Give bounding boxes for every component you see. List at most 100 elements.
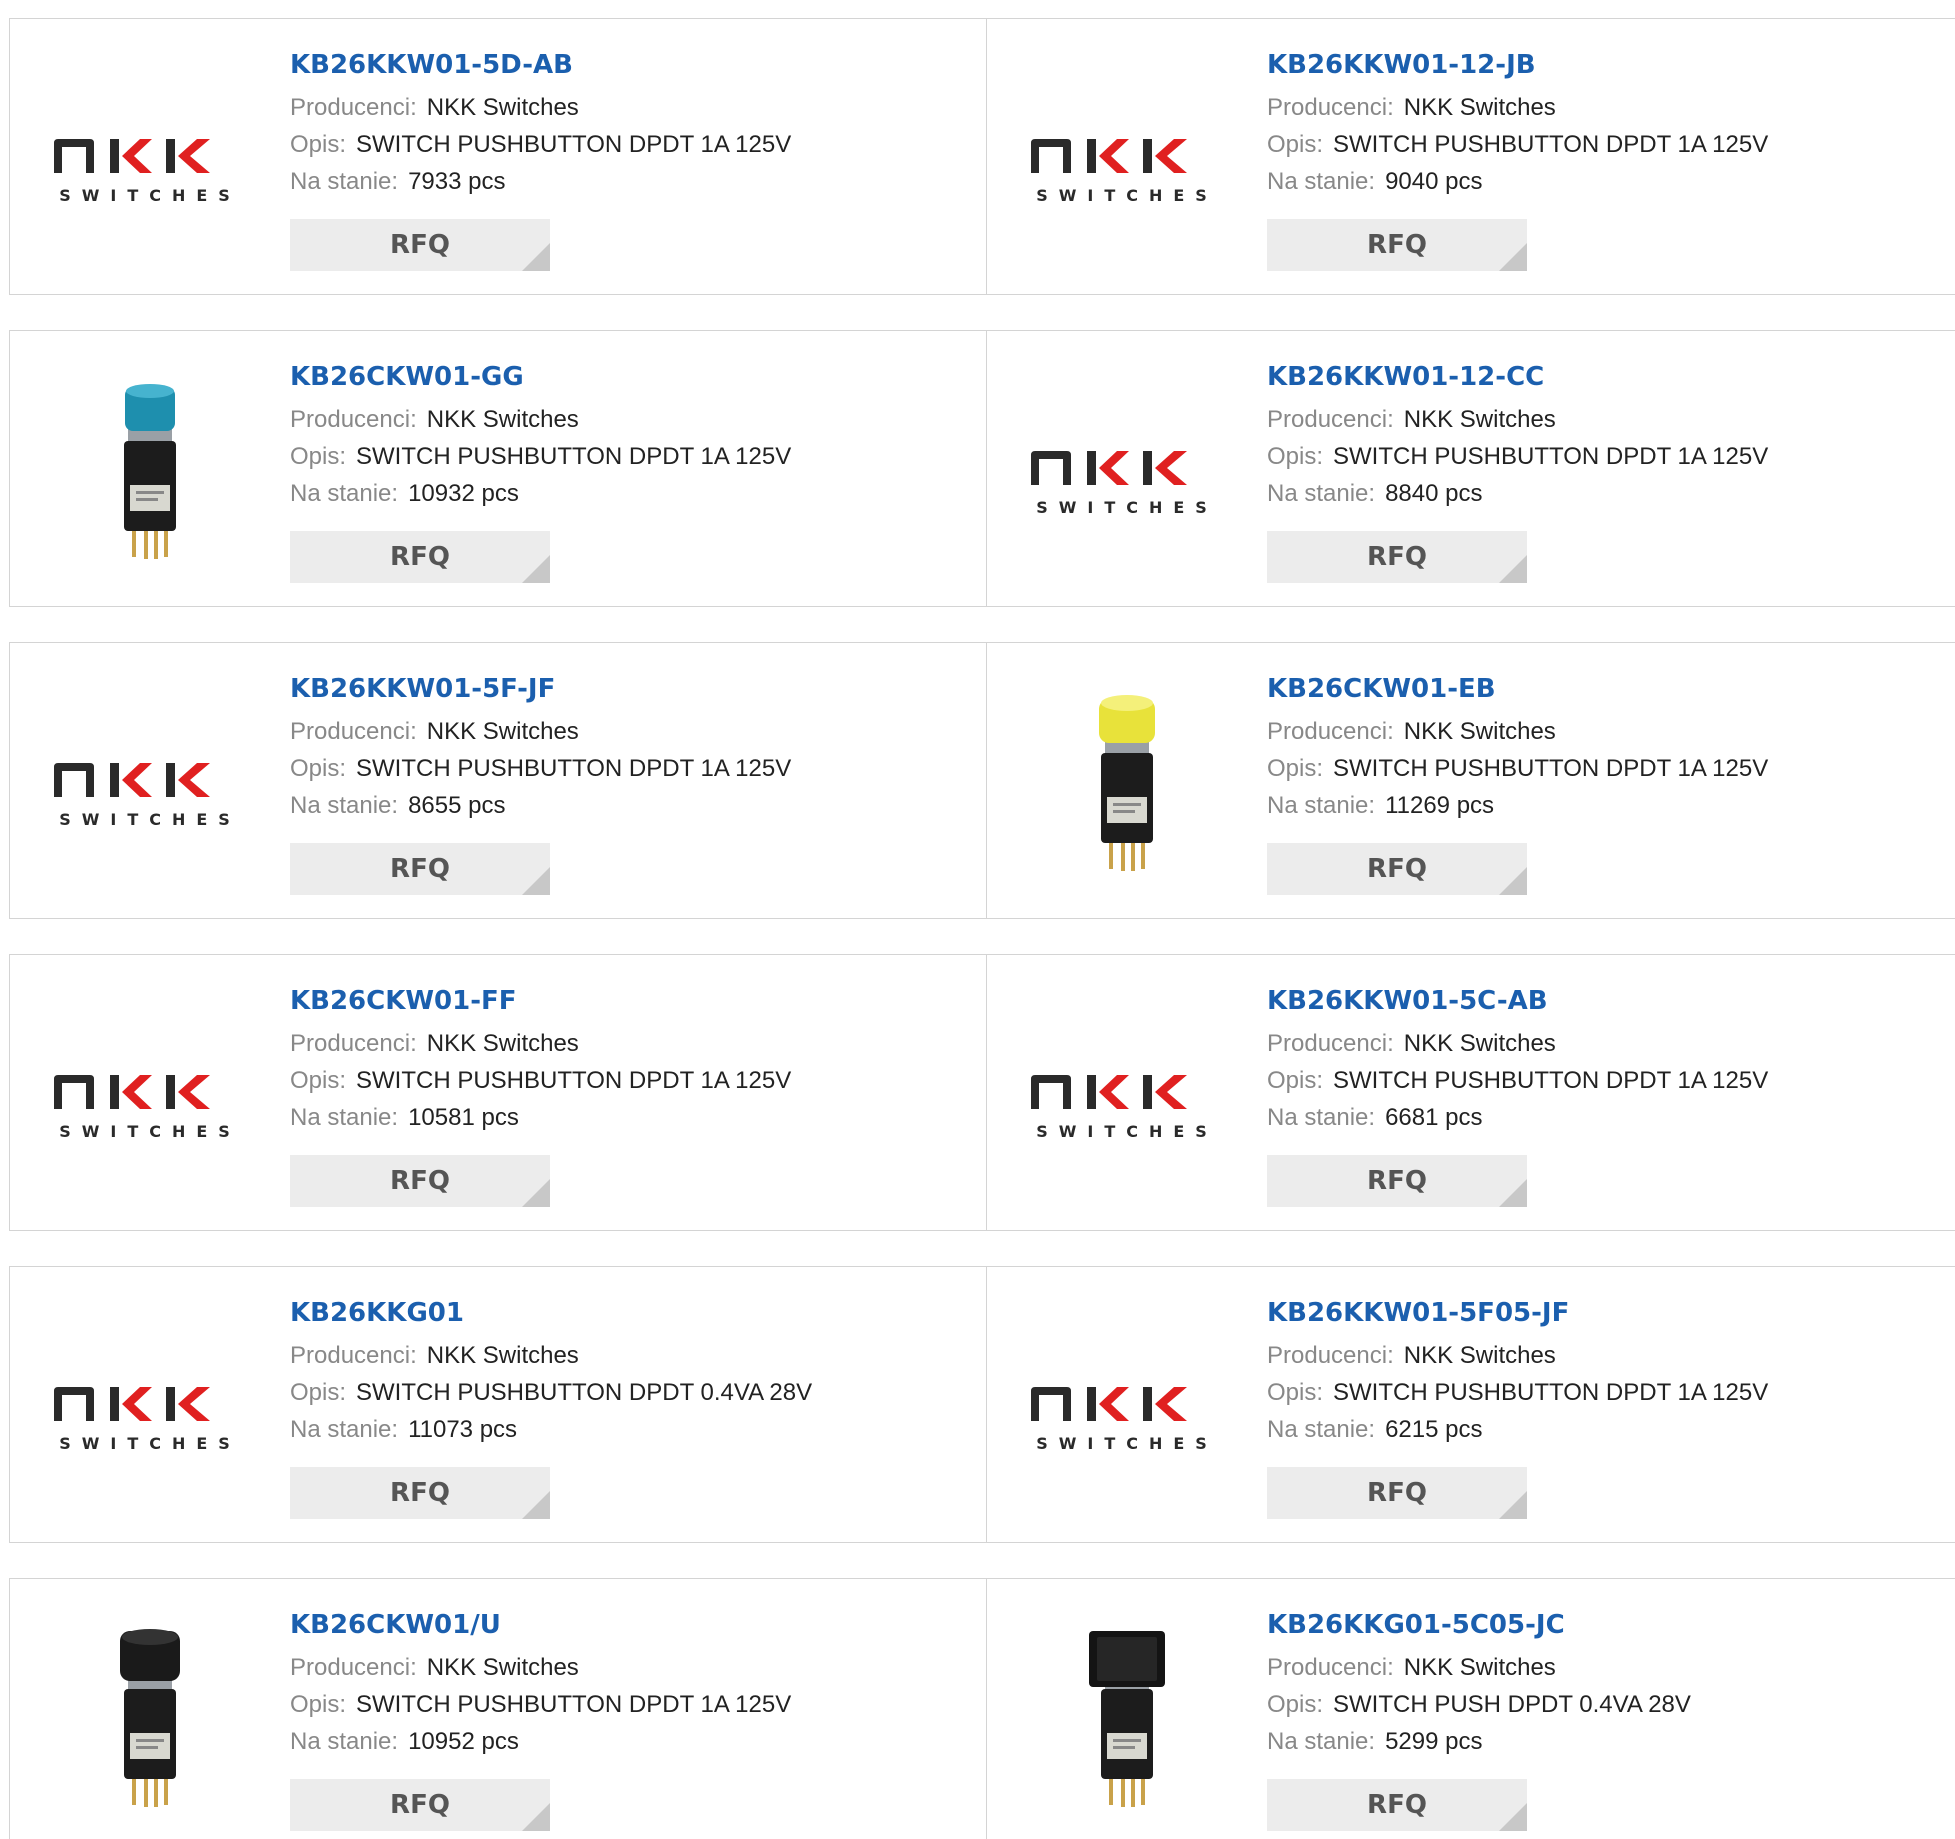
stock-row: Na stanie: 11269 pcs xyxy=(1267,787,1940,824)
description-value: SWITCH PUSHBUTTON DPDT 1A 125V xyxy=(356,755,792,782)
product-image-link[interactable]: SWITCHESNKK xyxy=(1027,61,1227,261)
stock-row: Na stanie: 10952 pcs xyxy=(290,1723,966,1760)
manufacturer-row: Producenci: NKK Switches xyxy=(290,1649,966,1686)
manufacturer-label: Producenci: xyxy=(1267,1342,1394,1369)
rfq-label: RFQ xyxy=(390,1166,450,1196)
rfq-button[interactable]: RFQ xyxy=(1267,219,1527,271)
description-label: Opis: xyxy=(1267,1379,1324,1406)
part-number-link[interactable]: KB26CKW01-EB xyxy=(1267,671,1940,707)
manufacturer-row: Producenci: NKK Switches xyxy=(290,1025,966,1062)
nkk-logo-mark xyxy=(54,1387,210,1421)
rfq-button[interactable]: RFQ xyxy=(290,843,550,895)
product-image-link[interactable] xyxy=(1027,1621,1227,1821)
stock-row: Na stanie: 11073 pcs xyxy=(290,1411,966,1448)
rfq-label: RFQ xyxy=(390,542,450,572)
stock-label: Na stanie: xyxy=(290,1104,399,1131)
description-value: SWITCH PUSHBUTTON DPDT 1A 125V xyxy=(1333,1067,1769,1094)
stock-label: Na stanie: xyxy=(290,1728,399,1755)
pushbutton-switch-icon xyxy=(124,384,176,559)
stock-label: Na stanie: xyxy=(1267,1416,1376,1443)
description-label: Opis: xyxy=(290,755,347,782)
stock-row: Na stanie: 6215 pcs xyxy=(1267,1411,1940,1448)
description-label: Opis: xyxy=(290,1067,347,1094)
product-image-link[interactable]: SWITCHESNKK xyxy=(50,997,250,1197)
rfq-button[interactable]: RFQ xyxy=(290,1155,550,1207)
product-image-link[interactable] xyxy=(50,373,250,573)
product-card: SWITCHESNKK KB26KKG01 Producenci: NKK Swi… xyxy=(9,1266,987,1543)
nkk-logo-icon: SWITCHESNKK xyxy=(54,763,230,829)
logo-subtitle: SWITCHES xyxy=(1036,1434,1218,1453)
part-number-link[interactable]: KB26KKG01-5C05-JC xyxy=(1267,1607,1940,1643)
logo-subtitle: SWITCHES xyxy=(1036,1122,1218,1141)
description-row: Opis: SWITCH PUSHBUTTON DPDT 1A 125V xyxy=(1267,750,1940,787)
corner-triangle-icon xyxy=(1499,1179,1527,1207)
nkk-logo-mark xyxy=(54,1075,210,1109)
stock-row: Na stanie: 8655 pcs xyxy=(290,787,966,824)
product-image-link[interactable]: SWITCHESNKK xyxy=(1027,1309,1227,1509)
description-value: SWITCH PUSHBUTTON DPDT 0.4VA 28V xyxy=(356,1379,813,1406)
manufacturer-label: Producenci: xyxy=(290,1030,417,1057)
nkk-logo-icon: SWITCHESNKK xyxy=(54,139,241,205)
corner-triangle-icon xyxy=(1499,555,1527,583)
product-image-link[interactable] xyxy=(50,1621,250,1821)
product-image-link[interactable]: SWITCHESNKK xyxy=(50,1309,250,1509)
rfq-button[interactable]: RFQ xyxy=(290,1779,550,1831)
nkk-logo-mark xyxy=(1031,139,1187,173)
stock-row: Na stanie: 10581 pcs xyxy=(290,1099,966,1136)
manufacturer-value: NKK Switches xyxy=(426,1342,579,1369)
rfq-button[interactable]: RFQ xyxy=(290,219,550,271)
rfq-button[interactable]: RFQ xyxy=(1267,1467,1527,1519)
part-number-link[interactable]: KB26KKW01-5F05-JF xyxy=(1267,1295,1940,1331)
product-image-link[interactable] xyxy=(1027,685,1227,885)
nkk-logo-mark xyxy=(1031,1075,1187,1109)
part-number-link[interactable]: KB26KKW01-5D-AB xyxy=(290,47,966,83)
description-label: Opis: xyxy=(290,131,347,158)
stock-value: 5299 pcs xyxy=(1385,1728,1483,1755)
manufacturer-label: Producenci: xyxy=(1267,1030,1394,1057)
description-row: Opis: SWITCH PUSHBUTTON DPDT 1A 125V xyxy=(1267,1062,1940,1099)
rfq-label: RFQ xyxy=(390,1790,450,1820)
part-number-link[interactable]: KB26KKW01-5F-JF xyxy=(290,671,966,707)
part-number-link[interactable]: KB26CKW01-GG xyxy=(290,359,966,395)
rfq-label: RFQ xyxy=(1367,854,1427,884)
product-image-link[interactable]: SWITCHESNKK xyxy=(1027,373,1227,573)
description-label: Opis: xyxy=(1267,1067,1324,1094)
product-card: SWITCHESNKK KB26CKW01-FF Producenci: NKK … xyxy=(9,954,987,1231)
stock-label: Na stanie: xyxy=(290,168,399,195)
part-number-link[interactable]: KB26CKW01/U xyxy=(290,1607,966,1643)
product-card: SWITCHESNKK KB26KKW01-5D-AB Producenci: N… xyxy=(9,18,987,295)
stock-label: Na stanie: xyxy=(1267,1728,1376,1755)
manufacturer-value: NKK Switches xyxy=(426,406,579,433)
part-number-link[interactable]: KB26KKW01-12-CC xyxy=(1267,359,1940,395)
rfq-button[interactable]: RFQ xyxy=(290,1467,550,1519)
part-number-link[interactable]: KB26KKW01-5C-AB xyxy=(1267,983,1940,1019)
product-image-link[interactable]: SWITCHESNKK xyxy=(50,685,250,885)
corner-triangle-icon xyxy=(1499,1491,1527,1519)
manufacturer-label: Producenci: xyxy=(290,406,417,433)
rfq-button[interactable]: RFQ xyxy=(1267,1155,1527,1207)
product-card: KB26CKW01/U Producenci: NKK Switches Opis… xyxy=(9,1578,987,1839)
manufacturer-row: Producenci: NKK Switches xyxy=(290,713,966,750)
manufacturer-row: Producenci: NKK Switches xyxy=(290,401,966,438)
product-info: KB26KKW01-12-CC Producenci: NKK Switches … xyxy=(1267,359,1940,512)
stock-label: Na stanie: xyxy=(1267,168,1376,195)
stock-label: Na stanie: xyxy=(290,1416,399,1443)
manufacturer-row: Producenci: NKK Switches xyxy=(290,89,966,126)
part-number-link[interactable]: KB26CKW01-FF xyxy=(290,983,966,1019)
description-value: SWITCH PUSHBUTTON DPDT 1A 125V xyxy=(1333,443,1769,470)
product-image-link[interactable]: SWITCHESNKK xyxy=(1027,997,1227,1197)
part-number-link[interactable]: KB26KKW01-12-JB xyxy=(1267,47,1940,83)
product-card: SWITCHESNKK KB26KKW01-5C-AB Producenci: N… xyxy=(986,954,1955,1231)
manufacturer-value: NKK Switches xyxy=(1403,718,1556,745)
rfq-button[interactable]: RFQ xyxy=(290,531,550,583)
rfq-button[interactable]: RFQ xyxy=(1267,843,1527,895)
corner-triangle-icon xyxy=(522,1179,550,1207)
logo-subtitle: SWITCHES xyxy=(59,186,241,205)
manufacturer-value: NKK Switches xyxy=(1403,1030,1556,1057)
corner-triangle-icon xyxy=(1499,867,1527,895)
stock-value: 6681 pcs xyxy=(1385,1104,1483,1131)
part-number-link[interactable]: KB26KKG01 xyxy=(290,1295,966,1331)
product-image-link[interactable]: SWITCHESNKK xyxy=(50,61,250,261)
rfq-button[interactable]: RFQ xyxy=(1267,1779,1527,1831)
rfq-button[interactable]: RFQ xyxy=(1267,531,1527,583)
